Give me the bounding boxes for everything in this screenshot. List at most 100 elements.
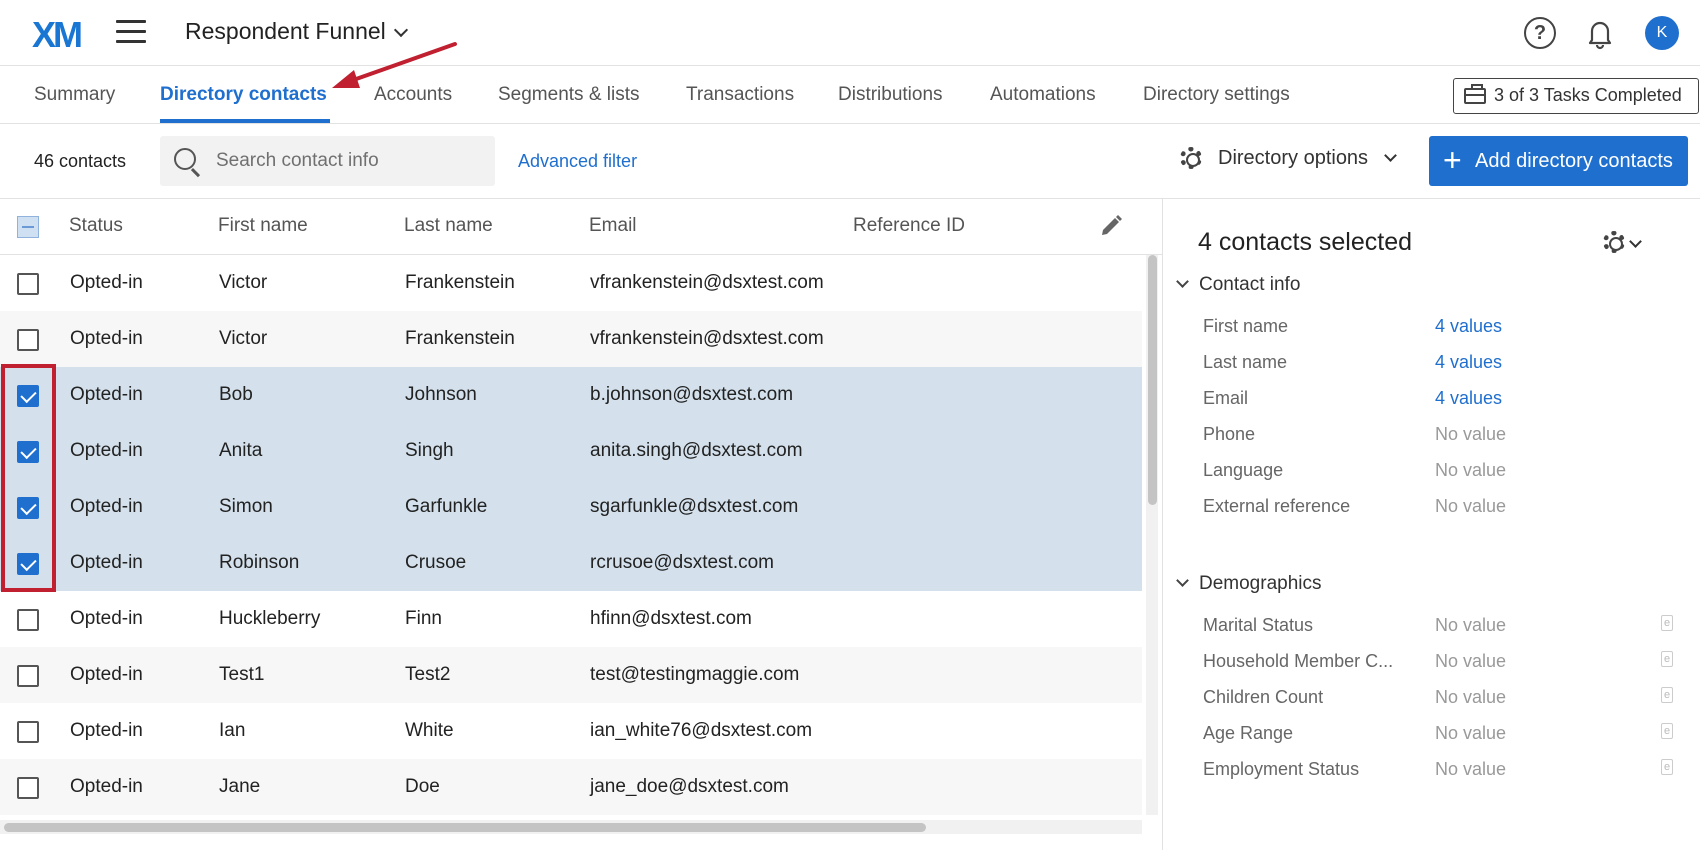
table-row[interactable]: Opted-in Anita Singh anita.singh@dsxtest.co… [0, 423, 1142, 479]
select-all-checkbox[interactable] [17, 216, 39, 238]
row-checkbox[interactable] [17, 609, 39, 631]
table-row[interactable]: Opted-in Simon Garfunkle sgarfunkle@dsxtest… [0, 479, 1142, 535]
field-value[interactable]: 4 values [1435, 388, 1502, 409]
row-checkbox[interactable] [17, 441, 39, 463]
tab-distributions[interactable]: Distributions [838, 84, 943, 106]
contact-info-field: First name 4 values [1203, 316, 1683, 352]
chevron-down-icon [1176, 574, 1189, 587]
field-value: No value [1435, 687, 1507, 707]
cell-email: vfrankenstein@dsxtest.com [590, 272, 824, 293]
bell-icon[interactable] [1583, 16, 1617, 50]
table-row[interactable]: Opted-in Jane Doe jane_doe@dsxtest.com [0, 759, 1142, 815]
search-icon [174, 148, 196, 170]
field-value[interactable]: 4 values [1435, 316, 1502, 337]
field-label: Phone [1203, 424, 1256, 444]
row-checkbox[interactable] [17, 329, 39, 351]
panel-options-button[interactable] [1603, 231, 1651, 257]
row-checkbox[interactable] [17, 665, 39, 687]
tab-directory-contacts[interactable]: Directory contacts [160, 84, 327, 106]
chevron-down-icon [1176, 275, 1189, 288]
cell-last-name: Frankenstein [405, 328, 515, 349]
tab-automations[interactable]: Automations [990, 84, 1096, 106]
table-row[interactable]: Opted-in Victor Frankenstein vfrankenstein@… [0, 255, 1142, 311]
cell-last-name: Frankenstein [405, 272, 515, 293]
hamburger-icon[interactable] [116, 20, 146, 44]
xm-logo[interactable]: XM [32, 14, 83, 56]
field-label: Language [1203, 460, 1284, 480]
field-label: Children Count [1203, 687, 1324, 707]
chevron-down-icon [393, 22, 408, 38]
project-selector[interactable]: Respondent Funnel [185, 18, 408, 45]
tab-summary[interactable]: Summary [34, 84, 115, 106]
field-value: No value [1435, 496, 1507, 516]
column-header-reference-id[interactable]: Reference ID [853, 215, 965, 237]
pencil-icon[interactable] [1098, 213, 1124, 239]
cell-email: ian_white76@dsxtest.com [590, 720, 813, 741]
section-label: Contact info [1199, 274, 1301, 295]
column-header-last-name[interactable]: Last name [404, 215, 493, 237]
row-checkbox[interactable] [17, 777, 39, 799]
cell-status: Opted-in [70, 664, 143, 685]
table-row[interactable]: Opted-in Victor Frankenstein vfrankenstein@… [0, 311, 1142, 367]
cell-email: test@testingmaggie.com [590, 664, 800, 685]
field-label: Employment Status [1203, 759, 1360, 779]
cell-first-name: Test1 [219, 664, 265, 685]
row-checkbox[interactable] [17, 385, 39, 407]
cell-first-name: Huckleberry [219, 608, 321, 629]
chevron-down-icon [1384, 149, 1397, 162]
column-header-status[interactable]: Status [69, 215, 123, 237]
section-demographics[interactable]: Demographics [1175, 573, 1322, 595]
contact-info-field: Phone No value [1203, 424, 1683, 460]
row-checkbox[interactable] [17, 721, 39, 743]
cell-first-name: Jane [219, 776, 261, 797]
demographics-field: Marital Status No value e [1203, 615, 1683, 651]
cell-first-name: Robinson [219, 552, 300, 573]
search-input[interactable] [216, 136, 486, 186]
cell-status: Opted-in [70, 440, 143, 461]
demographics-field: Employment Status No value e [1203, 759, 1683, 795]
row-checkbox[interactable] [17, 273, 39, 295]
table-row[interactable]: Opted-in Huckleberry Finn hfinn@dsxtest.com [0, 591, 1142, 647]
demographics-field: Children Count No value e [1203, 687, 1683, 723]
horizontal-scrollbar[interactable] [0, 820, 1142, 834]
avatar[interactable]: K [1645, 16, 1679, 50]
cell-first-name: Anita [219, 440, 263, 461]
table-row[interactable]: Opted-in Test1 Test2 test@testingmaggie.com [0, 647, 1142, 703]
contact-info-field: Email 4 values [1203, 388, 1683, 424]
gear-icon [1180, 147, 1202, 169]
tab-directory-settings[interactable]: Directory settings [1143, 84, 1290, 106]
gear-icon [1603, 231, 1625, 253]
cell-status: Opted-in [70, 496, 143, 517]
advanced-filter-link[interactable]: Advanced filter [518, 151, 637, 172]
cell-first-name: Victor [219, 328, 268, 349]
column-header-email[interactable]: Email [589, 215, 637, 237]
row-checkbox[interactable] [17, 497, 39, 519]
contact-info-field: External reference No value [1203, 496, 1683, 532]
field-label: Last name [1203, 352, 1288, 372]
add-directory-contacts-button[interactable]: + Add directory contacts [1429, 136, 1688, 186]
embedded-data-icon: e [1661, 759, 1674, 775]
tab-accounts[interactable]: Accounts [374, 84, 452, 106]
cell-status: Opted-in [70, 720, 143, 741]
vertical-scrollbar[interactable] [1146, 255, 1158, 815]
table-row[interactable]: Opted-in Ian White ian_white76@dsxtest.com [0, 703, 1142, 759]
cell-status: Opted-in [70, 608, 143, 629]
tab-segments-lists[interactable]: Segments & lists [498, 84, 640, 106]
tasks-label: 3 of 3 Tasks Completed [1494, 85, 1682, 105]
tasks-completed-button[interactable]: 3 of 3 Tasks Completed [1453, 78, 1699, 114]
help-icon[interactable]: ? [1524, 17, 1556, 49]
row-checkbox[interactable] [17, 553, 39, 575]
column-header-first-name[interactable]: First name [218, 215, 308, 237]
top-bar: XM Respondent Funnel ? K [0, 0, 1700, 66]
chevron-down-icon [1629, 235, 1642, 248]
directory-options-button[interactable]: Directory options [1180, 147, 1397, 170]
field-value: No value [1435, 759, 1507, 779]
field-value[interactable]: 4 values [1435, 352, 1502, 373]
section-contact-info[interactable]: Contact info [1175, 274, 1300, 296]
tab-transactions[interactable]: Transactions [686, 84, 794, 106]
cell-last-name: Finn [405, 608, 442, 629]
search-box[interactable] [160, 136, 495, 186]
table-row[interactable]: Opted-in Bob Johnson b.johnson@dsxtest.com [0, 367, 1142, 423]
contact-info-field: Last name 4 values [1203, 352, 1683, 388]
table-row[interactable]: Opted-in Robinson Crusoe rcrusoe@dsxtest.co… [0, 535, 1142, 591]
